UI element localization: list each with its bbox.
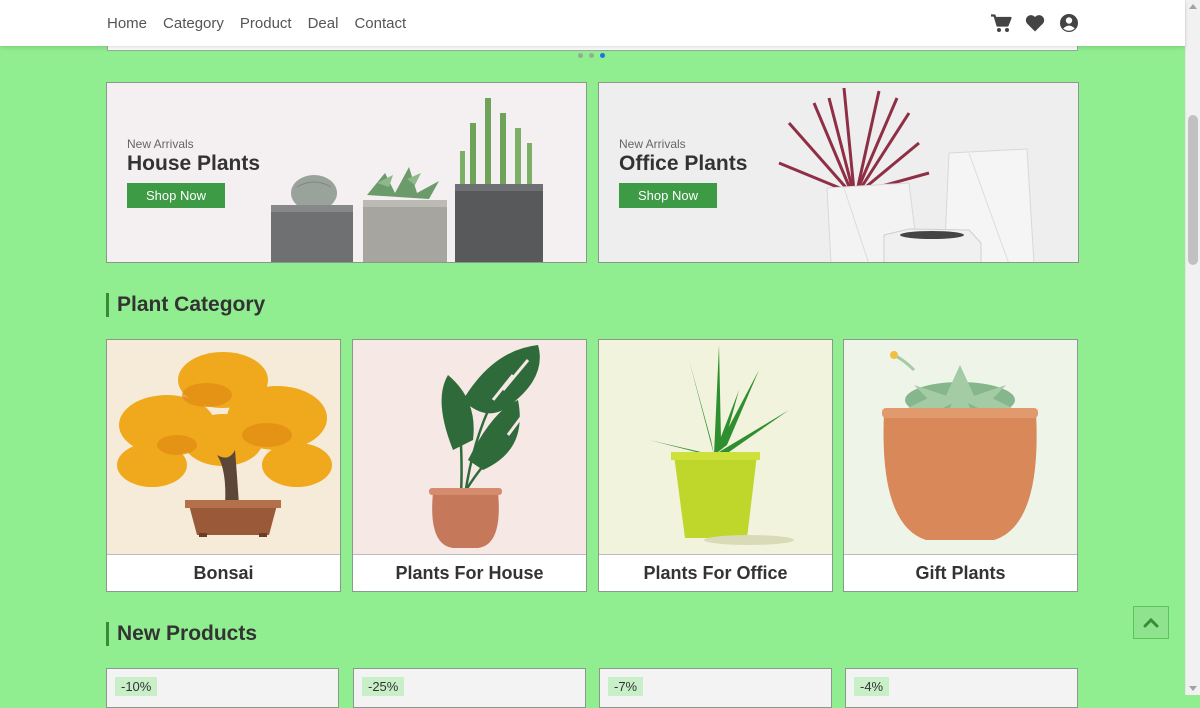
gift-plants-image [844,340,1077,554]
new-products-title: New Products [106,622,257,646]
category-label: Gift Plants [844,554,1077,592]
chevron-up-icon [1143,617,1159,627]
shop-now-button[interactable]: Shop Now [619,183,717,208]
nav-link-contact[interactable]: Contact [354,15,406,32]
discount-badge: -25% [362,677,405,696]
category-card-plants-for-office[interactable]: Plants For Office [598,339,833,592]
nav-link-category[interactable]: Category [163,15,224,32]
scroll-up-arrow-icon[interactable] [1189,4,1197,9]
banner-text: New Arrivals Office Plants Shop Now [619,137,747,208]
category-card-gift-plants[interactable]: Gift Plants [843,339,1078,592]
banner-title: House Plants [127,152,261,175]
navbar: Home Category Product Deal Contact [0,0,1185,46]
nav-links: Home Category Product Deal Contact [107,0,422,46]
category-label: Plants For Office [599,554,832,592]
office-plants-image [778,87,1035,262]
category-label: Plants For House [353,554,586,592]
banner-text: New Arrivals House Plants Shop Now [127,137,260,208]
heart-icon[interactable] [1024,12,1046,34]
product-card[interactable]: -25% [353,668,586,708]
cart-icon[interactable] [990,12,1012,34]
scrollbar[interactable] [1185,0,1200,695]
bonsai-image [107,340,340,554]
nav-link-home[interactable]: Home [107,15,147,32]
product-card[interactable]: -7% [599,668,832,708]
discount-badge: -10% [115,677,158,696]
banner-subtitle: New Arrivals [127,137,194,151]
discount-badge: -4% [854,677,890,696]
category-card-plants-for-house[interactable]: Plants For House [352,339,587,592]
nav-link-deal[interactable]: Deal [308,15,339,32]
product-card[interactable]: -10% [106,668,339,708]
plants-for-house-image [353,340,586,554]
carousel-dot[interactable] [589,53,594,58]
back-to-top-button[interactable] [1133,606,1169,639]
carousel-dot[interactable] [578,53,583,58]
discount-badge: -7% [608,677,644,696]
house-plants-image [271,98,543,262]
user-icon[interactable] [1058,12,1080,34]
category-card-bonsai[interactable]: Bonsai [106,339,341,592]
scrollbar-thumb[interactable] [1188,115,1198,265]
carousel-dot-active[interactable] [600,53,605,58]
product-card[interactable]: -4% [845,668,1078,708]
shop-now-button[interactable]: Shop Now [127,183,225,208]
banner-title: Office Plants [619,152,748,175]
banner-office-plants: New Arrivals Office Plants Shop Now [598,82,1079,263]
scroll-down-arrow-icon[interactable] [1189,686,1197,691]
plants-for-office-image [599,340,832,554]
banner-subtitle: New Arrivals [619,137,686,151]
carousel-indicators [578,53,611,58]
carousel-frame [107,46,1078,51]
nav-link-product[interactable]: Product [240,15,292,32]
plant-category-title: Plant Category [106,293,265,317]
nav-icons [978,12,1080,34]
category-label: Bonsai [107,554,340,592]
banner-house-plants: New Arrivals House Plants Shop Now [106,82,587,263]
